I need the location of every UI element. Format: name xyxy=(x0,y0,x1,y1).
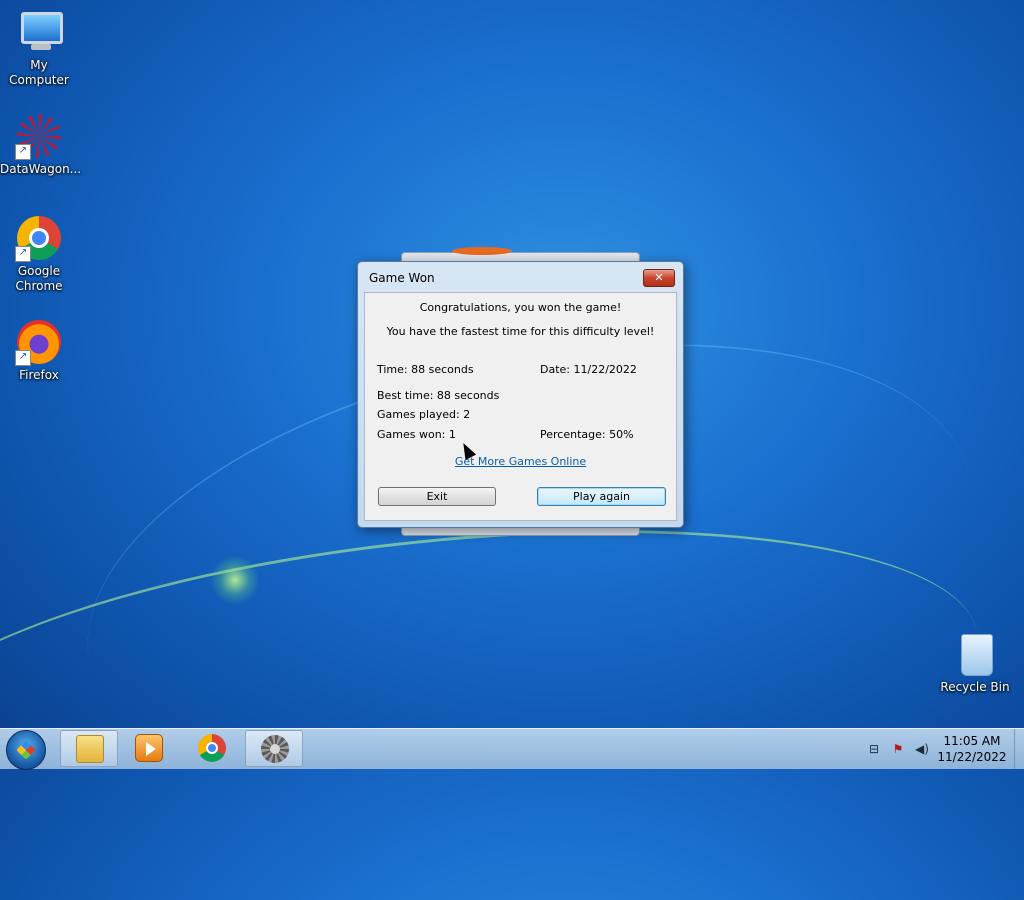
clock-date: 11/22/2022 xyxy=(937,750,1007,764)
games-played-stat: Games played: 2 xyxy=(377,408,471,421)
chrome-icon xyxy=(198,734,226,762)
desktop-icon-firefox[interactable]: ↗ Firefox xyxy=(0,318,78,383)
desktop-icon-label: Recycle Bin xyxy=(940,680,1010,694)
desktop-icon-label: Firefox xyxy=(19,368,59,382)
media-player-icon xyxy=(135,734,163,762)
desktop-icon-recycle-bin[interactable]: Recycle Bin xyxy=(936,630,1014,695)
chrome-icon: ↗ xyxy=(15,214,63,262)
congratulations-text: Congratulations, you won the game! xyxy=(419,301,622,314)
desktop-icon-my-computer[interactable]: My Computer xyxy=(0,8,78,88)
date-stat: Date: 11/22/2022 xyxy=(540,363,637,376)
exit-button[interactable]: Exit xyxy=(378,487,496,506)
minesweeper-decoration xyxy=(452,247,512,255)
desktop-icon-google-chrome[interactable]: ↗ Google Chrome xyxy=(0,214,78,294)
best-time-stat: Best time: 88 seconds xyxy=(377,389,500,402)
desktop-icon-label: Google Chrome xyxy=(15,264,63,293)
taskbar-windows-explorer[interactable] xyxy=(60,730,118,767)
close-button[interactable]: ✕ xyxy=(643,269,675,287)
fastest-time-text: You have the fastest time for this diffi… xyxy=(386,325,655,338)
system-clock[interactable]: 11:05 AM 11/22/2022 xyxy=(930,733,1014,765)
desktop-icon-label: My Computer xyxy=(9,58,69,87)
clock-time: 11:05 AM xyxy=(943,734,1001,748)
games-won-stat: Games won: 1 xyxy=(377,428,456,441)
folder-icon xyxy=(76,735,104,763)
dialog-title: Game Won xyxy=(369,271,435,285)
computer-icon xyxy=(15,8,63,56)
play-again-button[interactable]: Play again xyxy=(537,487,666,506)
windows-start-icon[interactable] xyxy=(6,730,46,770)
time-stat: Time: 88 seconds xyxy=(377,363,474,376)
volume-icon[interactable]: ◀) xyxy=(914,741,930,757)
shortcut-arrow-icon: ↗ xyxy=(15,144,31,160)
taskbar-windows-media-player[interactable] xyxy=(120,730,178,767)
shortcut-arrow-icon: ↗ xyxy=(15,350,31,366)
datawagon-icon: ↗ xyxy=(15,112,63,160)
wallpaper-glow xyxy=(210,555,260,605)
close-icon: ✕ xyxy=(654,271,664,284)
get-more-games-link[interactable]: Get More Games Online xyxy=(455,455,586,468)
desktop-icon-label: DataWagon... xyxy=(0,162,82,176)
network-icon[interactable]: ⊟ xyxy=(866,741,882,757)
shortcut-arrow-icon: ↗ xyxy=(15,246,31,262)
dialog-titlebar[interactable]: Game Won ✕ xyxy=(358,262,683,292)
show-desktop-button[interactable] xyxy=(1014,729,1024,769)
taskbar-google-chrome[interactable] xyxy=(183,730,241,767)
taskbar: ⊟ ⚑ ◀) 11:05 AM 11/22/2022 xyxy=(0,728,1024,770)
action-center-flag-icon[interactable]: ⚑ xyxy=(890,741,906,757)
desktop-icon-datawagon[interactable]: ↗ DataWagon... xyxy=(0,112,82,177)
percentage-stat: Percentage: 50% xyxy=(540,428,634,441)
dialog-body: Congratulations, you won the game! You h… xyxy=(364,292,677,521)
taskbar-minesweeper[interactable] xyxy=(245,730,303,767)
game-won-dialog: Game Won ✕ Congratulations, you won the … xyxy=(357,261,684,528)
recycle-bin-icon xyxy=(951,630,999,678)
gear-icon xyxy=(261,735,289,763)
firefox-icon: ↗ xyxy=(15,318,63,366)
